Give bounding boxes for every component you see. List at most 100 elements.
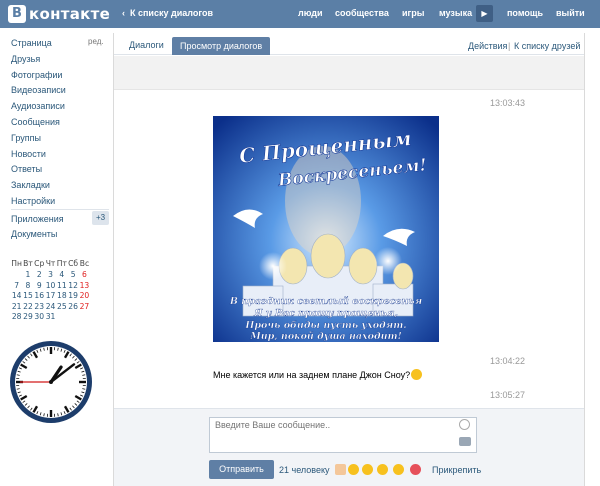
calendar-day[interactable]: 8 <box>22 281 33 292</box>
calendar-day[interactable]: 10 <box>45 281 56 292</box>
sidebar-item-videos[interactable]: Видеозаписи <box>11 83 111 99</box>
sidebar-item-answers[interactable]: Ответы <box>11 162 111 178</box>
sidebar-item-settings[interactable]: Настройки <box>11 194 111 210</box>
sidebar-item-documents[interactable]: Документы <box>11 229 57 239</box>
smiley-icon[interactable] <box>459 419 470 430</box>
grinning-emoji-icon[interactable] <box>348 464 359 475</box>
nav-help[interactable]: помощь <box>507 8 543 18</box>
message-composer: Отправить 21 человеку Прикрепить <box>114 408 584 486</box>
sidebar-divider <box>11 209 109 210</box>
analog-clock-widget <box>10 341 92 423</box>
calendar-week: 14 15 16 17 18 19 20 <box>11 291 91 302</box>
nav-games[interactable]: игры <box>402 8 424 18</box>
vk-logo-letter: В <box>8 5 26 23</box>
sidebar-item-photos[interactable]: Фотографии <box>11 68 111 84</box>
calendar-day[interactable]: 17 <box>45 291 56 302</box>
send-button[interactable]: Отправить <box>209 460 274 479</box>
calendar-day[interactable]: 23 <box>34 302 45 313</box>
attach-link[interactable]: Прикрепить <box>432 465 481 475</box>
calendar-day[interactable]: 18 <box>56 291 67 302</box>
calendar-day[interactable]: 11 <box>56 281 67 292</box>
nav-logout[interactable]: выйти <box>556 8 585 18</box>
vk-logo[interactable]: В контакте <box>8 5 110 23</box>
nav-music[interactable]: музыка <box>439 8 472 18</box>
calendar-day[interactable]: 5 <box>67 270 78 281</box>
calendar-day[interactable]: 28 <box>11 312 22 323</box>
calendar-weekday: Пн <box>11 259 22 268</box>
postcard-verse-line: В праздник светлый воскресенья <box>229 296 423 307</box>
tab-dialogs[interactable]: Диалоги <box>129 40 164 50</box>
calendar-weekday: Сб <box>68 259 79 268</box>
vk-dialog-page: В контакте ‹ К списку диалогов люди сообщ… <box>0 0 600 486</box>
pointing-finger-emoji-icon[interactable] <box>335 464 346 475</box>
clock-center <box>49 380 53 384</box>
sidebar-item-audio[interactable]: Аудиозаписи <box>11 99 111 115</box>
calendar-day[interactable]: 2 <box>34 270 45 281</box>
edit-link[interactable]: ред. <box>88 37 104 46</box>
apps-count-badge[interactable]: +3 <box>92 211 109 225</box>
sidebar-item-bookmarks[interactable]: Закладки <box>11 178 111 194</box>
calendar-day[interactable]: 12 <box>67 281 78 292</box>
calendar-day[interactable]: 19 <box>67 291 78 302</box>
squinting-emoji-icon[interactable] <box>393 464 404 475</box>
laughing-emoji-icon[interactable] <box>377 464 388 475</box>
back-to-dialogs-link[interactable]: ‹ К списку диалогов <box>122 8 213 18</box>
play-icon[interactable]: ▶ <box>476 5 493 22</box>
camera-icon[interactable] <box>459 437 471 446</box>
calendar-day[interactable]: 22 <box>22 302 33 313</box>
chevron-left-icon: ‹ <box>122 8 125 18</box>
calendar-weekday: Чт <box>45 259 56 268</box>
calendar-day[interactable]: 30 <box>34 312 45 323</box>
calendar-day[interactable]: 27 <box>79 302 90 313</box>
calendar-weekday: Вс <box>79 259 90 268</box>
calendar-week: 0123456 <box>11 270 91 281</box>
sidebar-item-groups[interactable]: Группы <box>11 131 111 147</box>
calendar-week: 28293031000 <box>11 312 91 323</box>
postcard-verse-line: Мир, покой душа находит! <box>249 331 402 342</box>
calendar-day[interactable]: 29 <box>22 312 33 323</box>
dialog-tabs: Диалоги Просмотр диалогов Действия | К с… <box>114 33 584 55</box>
message-text: Мне кажется или на заднем плане Джон Сно… <box>213 369 423 380</box>
tab-view-dialogs[interactable]: Просмотр диалогов <box>172 37 271 55</box>
sidebar-item-news[interactable]: Новости <box>11 147 111 163</box>
easter-postcard-image[interactable]: С Прощенным Воскресеньем! В праздник све… <box>213 116 439 342</box>
link-separator: | <box>508 41 511 51</box>
flower-emoji-icon[interactable] <box>410 464 421 475</box>
calendar-day[interactable]: 1 <box>22 270 33 281</box>
calendar-week: 7 8 9 10 11 12 13 <box>11 281 91 292</box>
calendar-day: 0 <box>56 312 67 323</box>
sidebar-item-friends[interactable]: Друзья <box>11 52 111 68</box>
calendar-day[interactable]: 26 <box>67 302 78 313</box>
message-timestamp: 13:04:22 <box>490 356 526 366</box>
calendar-day: 0 <box>79 312 90 323</box>
calendar-day: 0 <box>67 312 78 323</box>
nav-communities[interactable]: сообщества <box>335 8 389 18</box>
calendar-weekday: Ср <box>34 259 45 268</box>
smiling-emoji-icon[interactable] <box>362 464 373 475</box>
calendar-day[interactable]: 15 <box>22 291 33 302</box>
calendar-day[interactable]: 20 <box>79 291 90 302</box>
calendar-weekday: Вт <box>23 259 33 268</box>
calendar-day[interactable]: 13 <box>79 281 90 292</box>
sidebar-item-apps[interactable]: Приложения <box>11 212 64 226</box>
calendar-weekdays: Пн Вт Ср Чт Пт Сб Вс <box>11 259 91 268</box>
calendar-day[interactable]: 14 <box>11 291 22 302</box>
calendar-day[interactable]: 25 <box>56 302 67 313</box>
sidebar-item-messages[interactable]: Сообщения <box>11 115 111 131</box>
calendar-day[interactable]: 24 <box>45 302 56 313</box>
calendar-day[interactable]: 21 <box>11 302 22 313</box>
calendar-day[interactable]: 4 <box>56 270 67 281</box>
calendar-day[interactable]: 6 <box>79 270 90 281</box>
calendar-day[interactable]: 31 <box>45 312 56 323</box>
back-to-dialogs-label: К списку диалогов <box>130 8 213 18</box>
calendar-day[interactable]: 7 <box>11 281 22 292</box>
nav-people[interactable]: люди <box>298 8 323 18</box>
calendar-widget: ПнВтСрЧтПтСбВс 0123456789101112131415161… <box>11 259 91 323</box>
calendar-day[interactable]: 9 <box>34 281 45 292</box>
calendar-day[interactable]: 16 <box>34 291 45 302</box>
actions-link[interactable]: Действия <box>468 41 507 51</box>
message-input[interactable] <box>209 417 477 453</box>
to-friends-link[interactable]: К списку друзей <box>514 41 580 51</box>
dialog-header-strip <box>114 56 584 90</box>
calendar-day[interactable]: 3 <box>45 270 56 281</box>
